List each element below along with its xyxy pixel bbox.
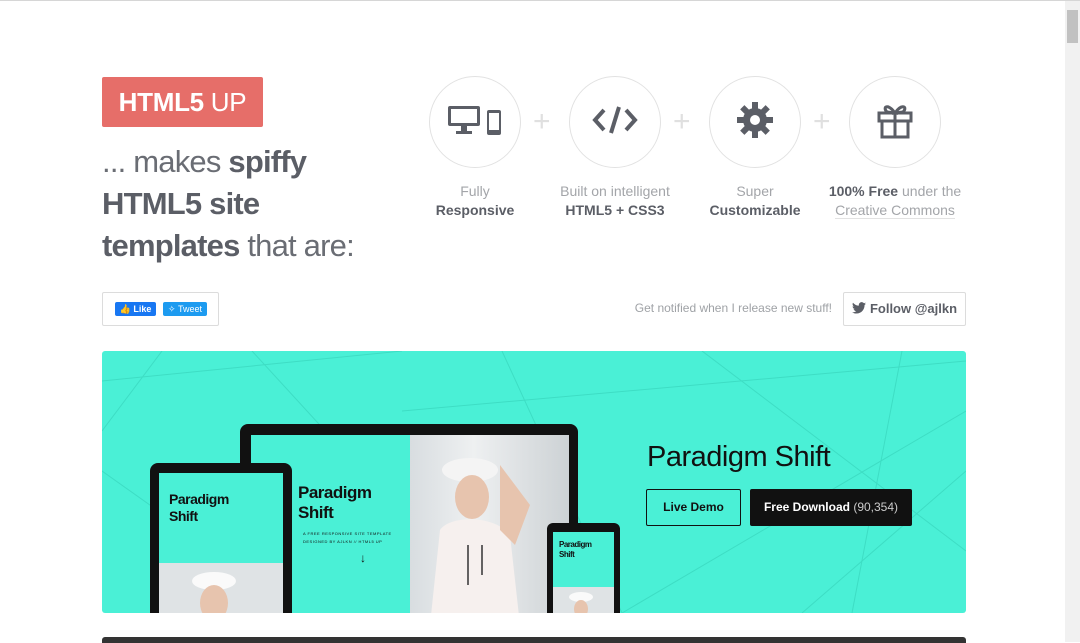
template-title[interactable]: Paradigm Shift: [647, 441, 831, 474]
feature-circle: [849, 76, 941, 168]
phone-photo: [553, 587, 614, 613]
twitter-bird-icon: ✧: [168, 304, 176, 314]
feature-label: Super Customizable: [675, 182, 835, 220]
tablet-mockup: Paradigm Shift: [150, 463, 292, 613]
tablet-title-line2: Shift: [169, 508, 198, 524]
feature-circle: [709, 76, 801, 168]
feature-circle: [569, 76, 661, 168]
feature-html5-css3: Built on intelligent HTML5 + CSS3: [535, 76, 695, 220]
feature-free: 100% Free under the Creative Commons: [815, 76, 975, 220]
tablet-preview-title: Paradigm Shift: [169, 491, 229, 525]
model-photo: [410, 435, 569, 613]
tagline: ... makes spiffy HTML5 site templates th…: [102, 141, 402, 267]
creative-commons-link[interactable]: Creative Commons: [835, 202, 955, 219]
twitter-bird-icon: [851, 294, 866, 326]
like-label: Like: [133, 304, 152, 314]
next-banner-edge: [102, 637, 966, 643]
follow-label: Follow @ajlkn: [869, 301, 958, 316]
phone-title-line2: Shift: [559, 550, 575, 559]
feature-line2: HTML5 + CSS3: [565, 202, 665, 218]
scrollbar-thumb[interactable]: [1067, 10, 1078, 43]
vertical-scrollbar[interactable]: [1065, 1, 1080, 642]
feature-label: Fully Responsive: [395, 182, 555, 220]
preview-title: Paradigm Shift: [298, 483, 372, 523]
feature-line1-bold: 100% Free: [828, 183, 899, 199]
phone-preview-title: Paradigm Shift: [559, 540, 592, 560]
responsive-devices-icon: [447, 104, 503, 141]
preview-title-line2: Shift: [298, 503, 334, 522]
feature-label: 100% Free under the Creative Commons: [815, 182, 975, 220]
phone-title-line1: Paradigm: [559, 540, 592, 549]
tablet-photo: [159, 563, 283, 613]
html5up-logo[interactable]: HTML5 UP: [102, 77, 263, 127]
feature-line2: Responsive: [435, 202, 515, 218]
feature-responsive: Fully Responsive: [395, 76, 555, 220]
tweet-button[interactable]: ✧ Tweet: [163, 302, 207, 316]
phone-mockup: Paradigm Shift: [547, 523, 620, 613]
feature-customizable: Super Customizable: [675, 76, 835, 220]
feature-line1-rest: under the: [898, 183, 962, 199]
tablet-title-line1: Paradigm: [169, 491, 229, 507]
download-count: (90,354): [853, 500, 899, 514]
logo-bold-text: HTML5: [118, 87, 204, 117]
social-share-box: 👍 Like ✧ Tweet: [102, 292, 219, 326]
feature-line1: Built on intelligent: [560, 183, 670, 199]
live-demo-button[interactable]: Live Demo: [646, 489, 741, 526]
download-label: Free Download: [763, 500, 850, 514]
preview-credit: DESIGNED BY AJLKN // HTML5 UP: [303, 539, 383, 544]
gift-icon: [876, 101, 914, 144]
tweet-label: Tweet: [177, 304, 202, 314]
feature-circle: [429, 76, 521, 168]
gear-icon: [736, 101, 774, 144]
arrow-down-icon: ↓: [360, 551, 366, 565]
feature-line1: Super: [736, 183, 774, 199]
follow-button[interactable]: Follow @ajlkn: [843, 292, 966, 326]
preview-subtitle: A FREE RESPONSIVE SITE TEMPLATE: [303, 531, 392, 536]
feature-label: Built on intelligent HTML5 + CSS3: [535, 182, 695, 220]
logo-light-text: UP: [210, 87, 247, 117]
facebook-like-button[interactable]: 👍 Like: [115, 302, 156, 316]
thumbs-up-icon: 👍: [119, 304, 131, 314]
preview-title-line1: Paradigm: [298, 483, 372, 502]
free-download-button[interactable]: Free Download (90,354): [750, 489, 912, 526]
tagline-post: that are:: [239, 228, 354, 263]
tagline-pre: ... makes: [102, 144, 229, 179]
notify-text: Get notified when I release new stuff!: [634, 301, 832, 315]
feature-line1: 100% Free under the: [815, 182, 975, 201]
feature-line2: Customizable: [709, 202, 801, 218]
code-icon: [592, 105, 638, 140]
feature-line1: Fully: [460, 183, 490, 199]
featured-template-banner[interactable]: Paradigm Shift A FREE RESPONSIVE SITE TE…: [102, 351, 966, 613]
